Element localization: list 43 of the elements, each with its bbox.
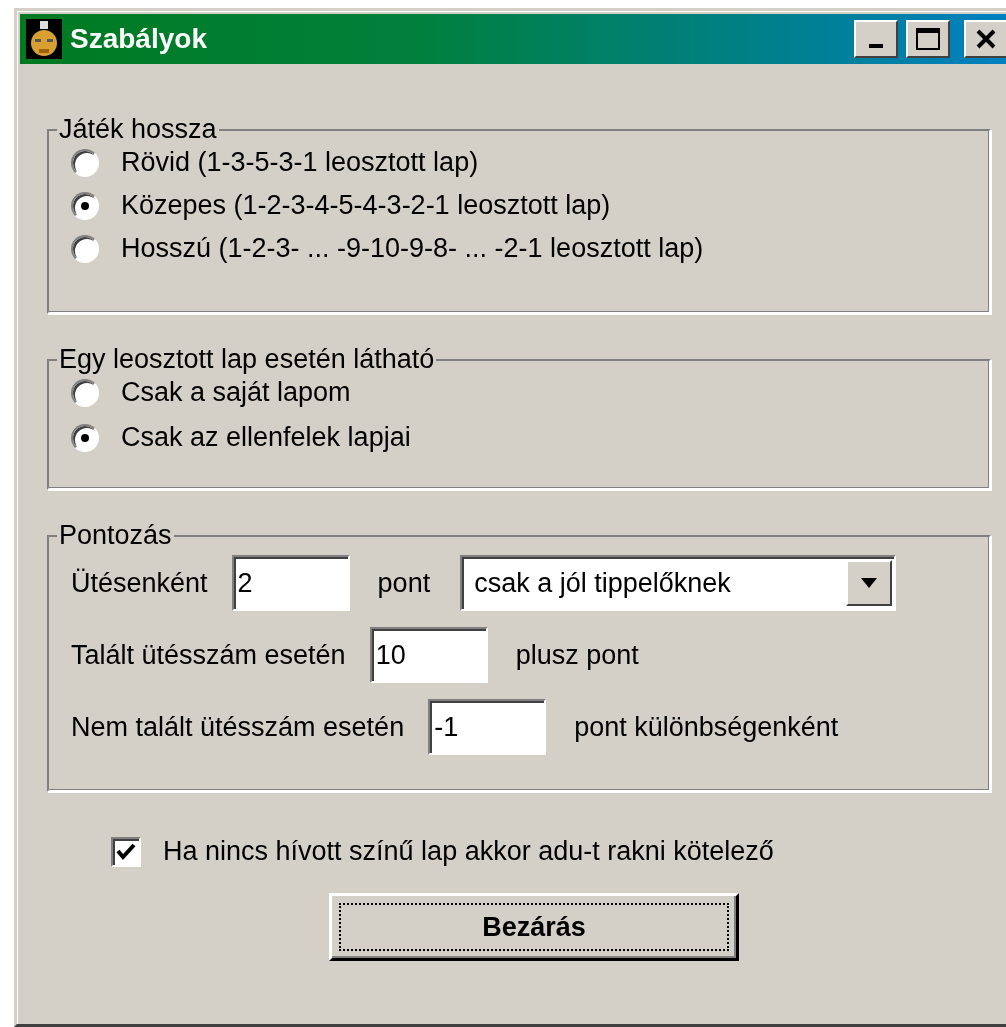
unit-label: pont	[377, 567, 431, 599]
caret-icon	[861, 578, 878, 588]
checkbox[interactable]	[111, 836, 141, 867]
close-icon	[975, 28, 997, 50]
radio-button[interactable]	[71, 378, 99, 407]
dropdown-arrow-button[interactable]	[846, 560, 893, 606]
radio-option[interactable]: Csak a saját lapom	[71, 377, 969, 408]
radio-option[interactable]: Csak az ellenfelek lapjai	[71, 422, 969, 453]
radio-button[interactable]	[71, 234, 99, 263]
checkbox-label: Ha nincs hívott színű lap akkor adu-t rakni kötelező	[163, 836, 774, 867]
radio-button[interactable]	[71, 191, 99, 220]
number-field[interactable]: 2	[231, 555, 350, 611]
radio-button[interactable]	[71, 148, 99, 177]
field-label: Nem talált ütésszám esetén	[71, 711, 405, 743]
option-label: Csak az ellenfelek lapjai	[121, 422, 411, 453]
minimize-button[interactable]	[854, 20, 898, 58]
maximize-button[interactable]	[906, 20, 950, 58]
number-field[interactable]: -1	[428, 699, 547, 755]
checkmark-icon	[116, 842, 136, 861]
radio-option[interactable]: Rövid (1-3-5-3-1 leosztott lap)	[71, 147, 969, 178]
close-dialog-button[interactable]: Bezárás	[329, 893, 739, 961]
option-label: Rövid (1-3-5-3-1 leosztott lap)	[121, 147, 479, 178]
dropdown-field[interactable]: csak a jól tippelőknek	[460, 555, 897, 611]
checkbox-option[interactable]: Ha nincs hívott színű lap akkor adu-t rakni kötelező	[111, 836, 1006, 867]
group-title: Egy leosztott lap esetén látható	[58, 344, 436, 375]
option-label: Hosszú (1-2-3- ... -9-10-9-8- ... -2-1 leosztott lap)	[121, 233, 704, 264]
number-field[interactable]: 10	[369, 627, 488, 683]
group-title: Pontozás	[58, 520, 173, 551]
radio-option[interactable]: Hosszú (1-2-3- ... -9-10-9-8- ... -2-1 leosztott lap)	[71, 233, 969, 264]
minimize-icon	[869, 44, 883, 48]
unit-label: plusz pont	[515, 639, 639, 671]
group-title: Játék hossza	[58, 114, 218, 145]
field-label: Talált ütésszám esetén	[71, 639, 346, 671]
close-button[interactable]	[964, 20, 1006, 58]
option-label: Csak a saját lapom	[121, 377, 351, 408]
option-label: Közepes (1-2-3-4-5-4-3-2-1 leosztott lap)	[121, 190, 611, 221]
radio-option[interactable]: Közepes (1-2-3-4-5-4-3-2-1 leosztott lap)	[71, 190, 969, 221]
unit-label: pont különbségenként	[574, 711, 839, 743]
face-icon	[26, 19, 62, 59]
window-title: Szabályok	[70, 23, 208, 55]
radio-button[interactable]	[71, 423, 99, 452]
maximize-icon	[915, 27, 941, 51]
field-label: Ütésenként	[71, 567, 208, 599]
